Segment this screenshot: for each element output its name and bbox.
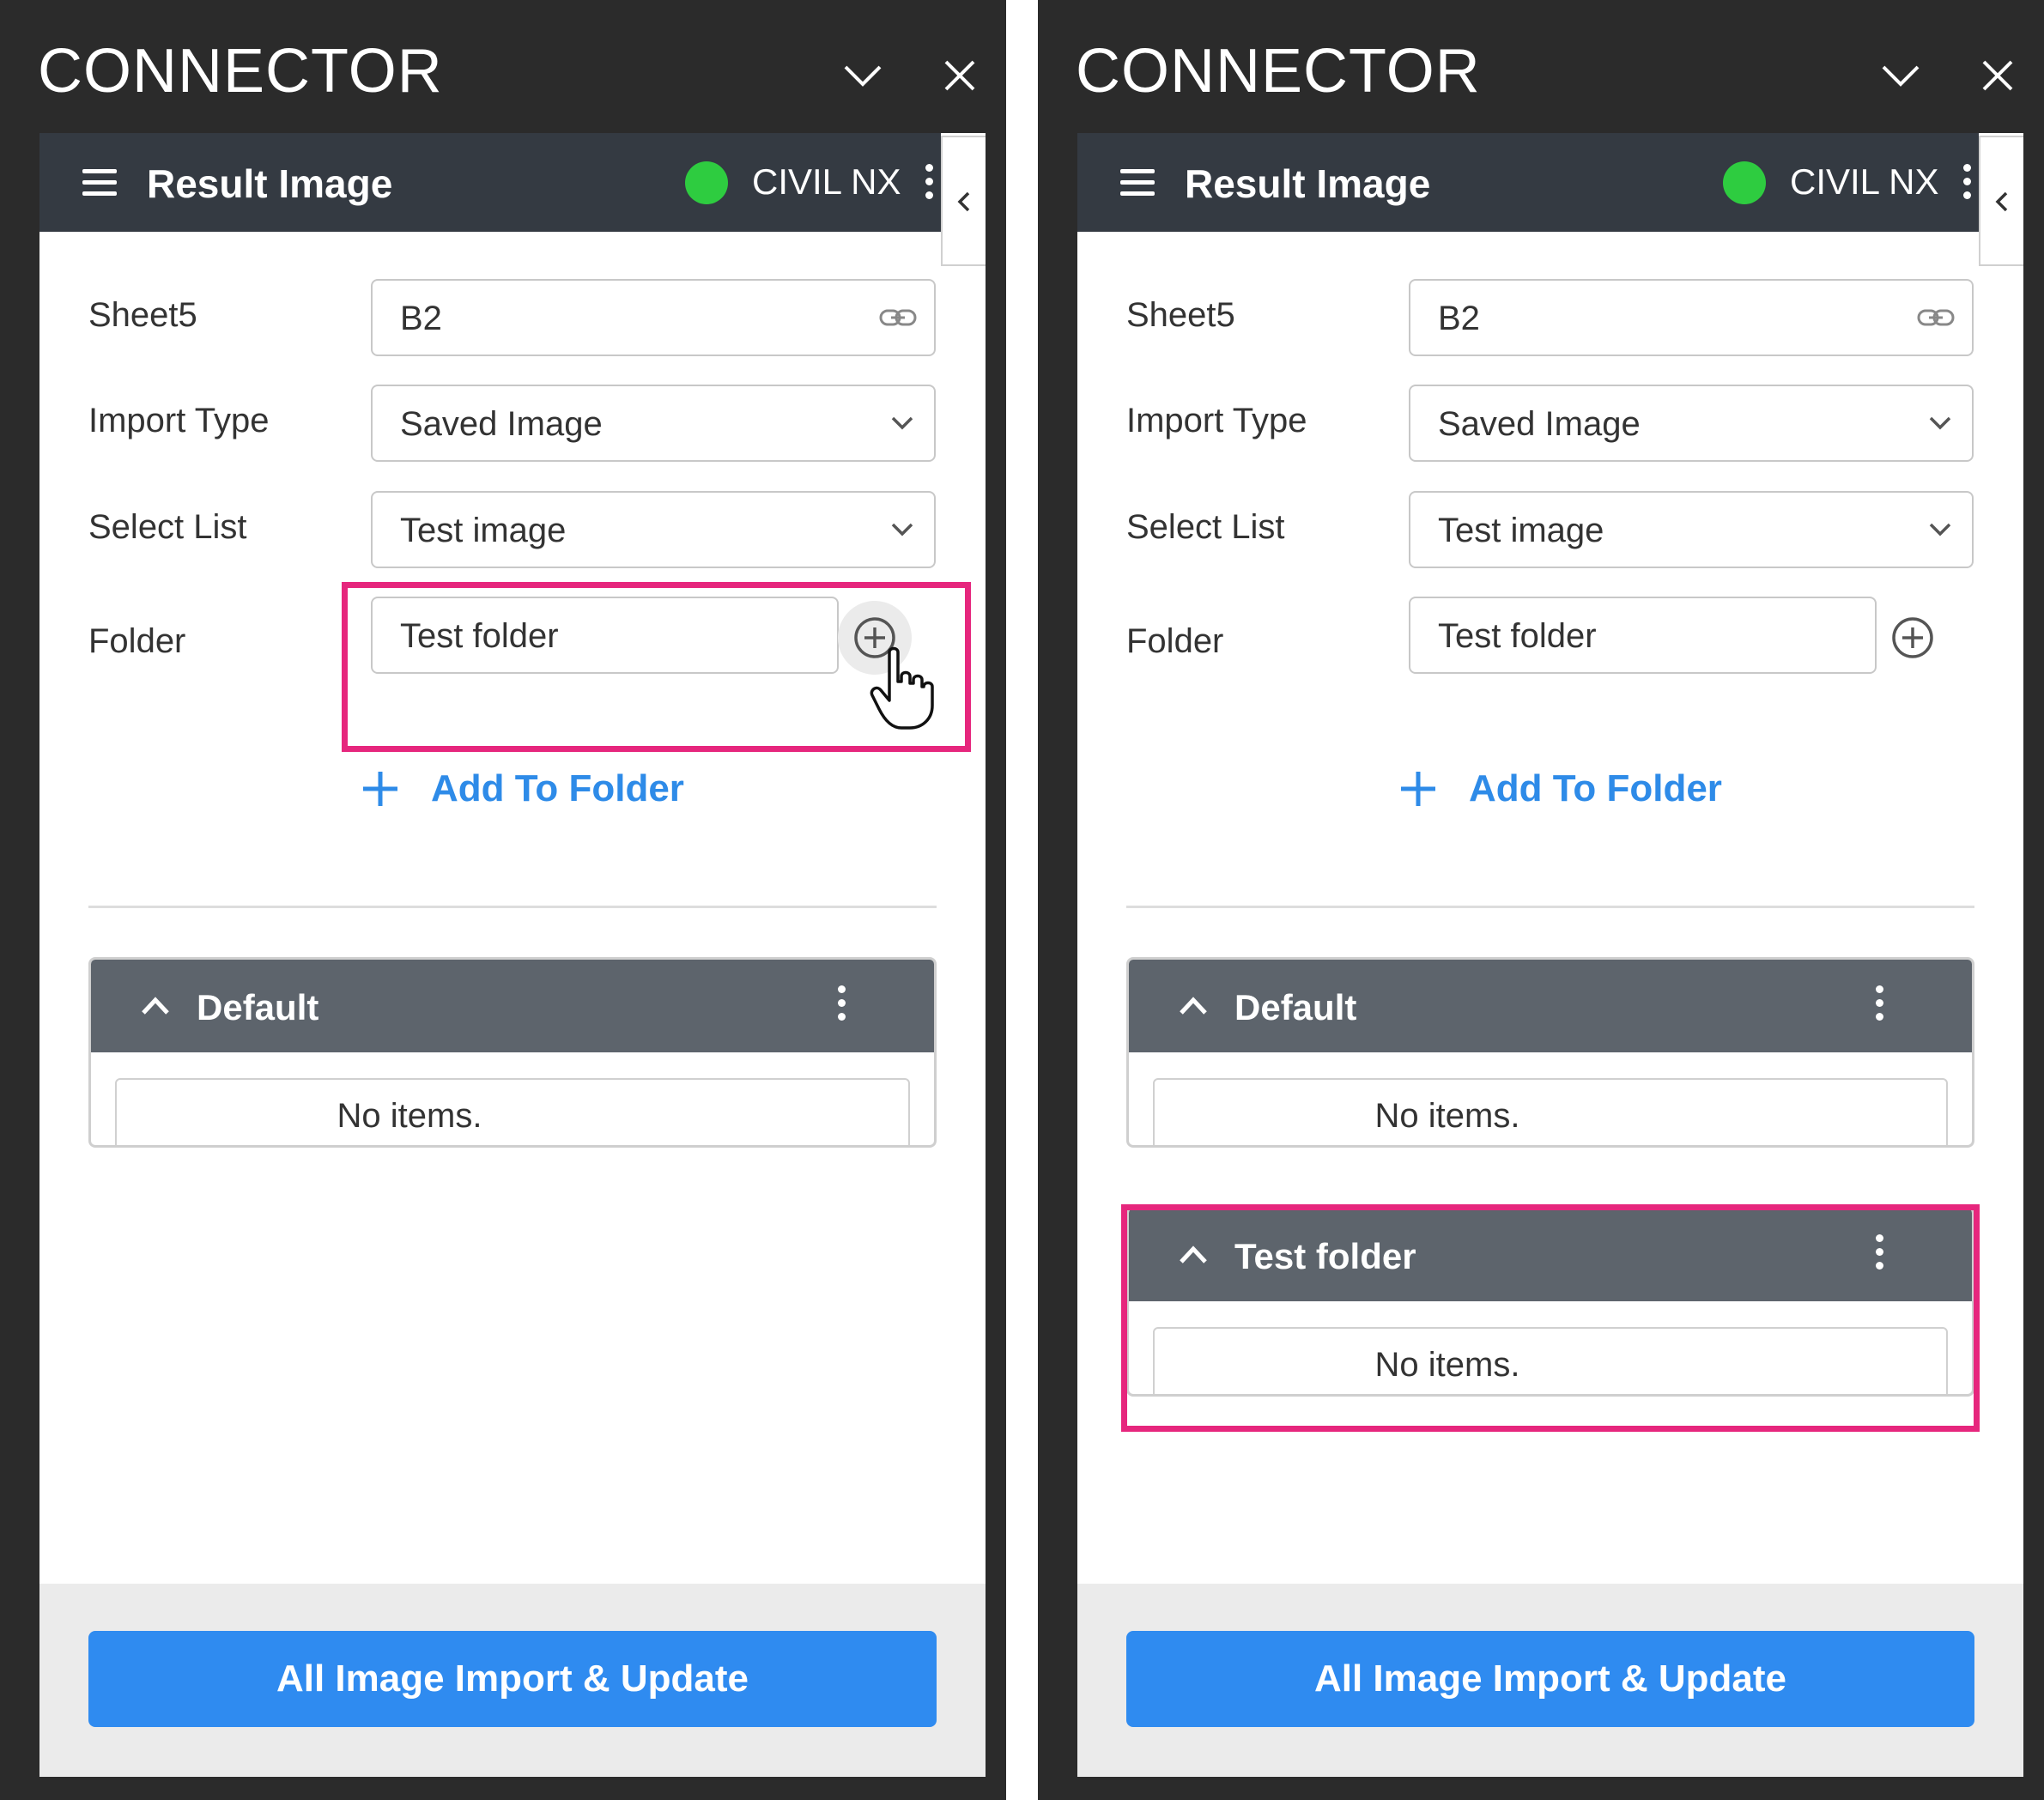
folder-group-title: Default — [197, 987, 319, 1027]
footer: All Image Import & Update — [1077, 1584, 2023, 1777]
add-folder-button[interactable] — [1876, 601, 1950, 675]
connector-pane-after: CONNECTOR Result Image CIVIL NX Sheet5 B… — [1038, 0, 2044, 1800]
select-list-value: Test image — [1438, 512, 1604, 549]
folder-group-header[interactable]: Default — [1129, 960, 1972, 1052]
sheet-label: Sheet5 — [1126, 296, 1235, 334]
all-image-import-update-button[interactable]: All Image Import & Update — [88, 1631, 937, 1727]
sheet-range-input[interactable]: B2 — [1409, 279, 1974, 356]
kebab-icon[interactable] — [838, 985, 846, 1027]
status-dot-icon — [685, 161, 728, 204]
close-icon — [1982, 60, 2013, 91]
import-type-value: Saved Image — [1438, 405, 1641, 443]
select-list-select[interactable]: Test image — [1409, 491, 1974, 568]
empty-state: No items. — [115, 1078, 910, 1145]
empty-state: No items. — [1153, 1078, 1948, 1145]
folder-label: Folder — [1126, 622, 1224, 660]
sheet-label: Sheet5 — [88, 296, 197, 334]
connected-app-name: CIVIL NX — [1790, 161, 1939, 202]
connected-app-name: CIVIL NX — [752, 161, 901, 202]
chevron-left-icon — [957, 191, 970, 212]
select-list-value: Test image — [400, 512, 567, 549]
import-type-label: Import Type — [1126, 402, 1307, 439]
sheet-range-value: B2 — [400, 300, 442, 337]
chevron-down-icon — [844, 65, 882, 87]
kebab-icon[interactable] — [925, 164, 933, 205]
highlight-box — [1121, 1204, 1980, 1432]
empty-state-text: No items. — [1374, 1097, 1520, 1135]
plus-icon — [363, 772, 397, 806]
sidebar-collapse-button[interactable] — [1979, 136, 2023, 266]
chevron-up-icon[interactable] — [138, 992, 173, 1018]
top-bar: Result Image CIVIL NX — [1077, 133, 1979, 232]
add-to-folder-label: Add To Folder — [1469, 767, 1722, 809]
folder-name-value: Test folder — [1438, 617, 1597, 655]
link-icon[interactable] — [879, 305, 917, 330]
chevron-down-icon — [891, 523, 913, 536]
folder-group-header[interactable]: Default — [91, 960, 934, 1052]
folder-group: Default No items. — [88, 957, 937, 1148]
import-type-select[interactable]: Saved Image — [1409, 385, 1974, 462]
select-list-label: Select List — [88, 508, 247, 546]
divider — [1126, 906, 1974, 908]
collapse-pane-button[interactable] — [1875, 50, 1926, 101]
page-title: Result Image — [147, 161, 393, 206]
page-title: Result Image — [1185, 161, 1431, 206]
chevron-up-icon[interactable] — [1176, 992, 1210, 1018]
hand-cursor-icon — [870, 646, 934, 730]
status-dot-icon — [1723, 161, 1766, 204]
addin-content: Result Image CIVIL NX Sheet5 B2 Import T… — [1077, 133, 2023, 1777]
footer: All Image Import & Update — [39, 1584, 986, 1777]
import-type-select[interactable]: Saved Image — [371, 385, 936, 462]
pane-title: CONNECTOR — [1076, 37, 1481, 106]
import-type-value: Saved Image — [400, 405, 603, 443]
plus-circle-icon — [1892, 617, 1933, 658]
sheet-range-input[interactable]: B2 — [371, 279, 936, 356]
close-pane-button[interactable] — [1972, 50, 2023, 101]
chevron-left-icon — [1995, 191, 2008, 212]
chevron-down-icon — [1929, 523, 1951, 536]
sidebar-collapse-button[interactable] — [941, 136, 986, 266]
connector-pane-before: CONNECTOR Result Image CIVIL NX Sheet5 B… — [0, 0, 1006, 1800]
sheet-range-value: B2 — [1438, 300, 1480, 337]
folder-group: Default No items. — [1126, 957, 1974, 1148]
link-icon[interactable] — [1917, 305, 1955, 330]
collapse-pane-button[interactable] — [837, 50, 889, 101]
import-type-label: Import Type — [88, 402, 270, 439]
addin-content: Result Image CIVIL NX Sheet5 B2 Import T… — [39, 133, 986, 1777]
chevron-down-icon — [1882, 65, 1920, 87]
folder-label: Folder — [88, 622, 186, 660]
kebab-icon[interactable] — [1876, 985, 1883, 1027]
plus-icon — [1401, 772, 1435, 806]
select-list-label: Select List — [1126, 508, 1285, 546]
kebab-icon[interactable] — [1963, 164, 1971, 205]
top-bar: Result Image CIVIL NX — [39, 133, 941, 232]
divider — [88, 906, 937, 908]
hamburger-icon[interactable] — [82, 169, 117, 203]
all-image-import-update-button[interactable]: All Image Import & Update — [1126, 1631, 1974, 1727]
add-to-folder-label: Add To Folder — [431, 767, 684, 809]
empty-state-text: No items. — [337, 1097, 482, 1135]
chevron-down-icon — [1929, 416, 1951, 430]
close-icon — [944, 60, 975, 91]
hamburger-icon[interactable] — [1120, 169, 1155, 203]
select-list-select[interactable]: Test image — [371, 491, 936, 568]
close-pane-button[interactable] — [934, 50, 986, 101]
pane-title: CONNECTOR — [38, 37, 443, 106]
folder-name-input[interactable]: Test folder — [1409, 597, 1877, 674]
chevron-down-icon — [891, 416, 913, 430]
folder-group-title: Default — [1234, 987, 1357, 1027]
